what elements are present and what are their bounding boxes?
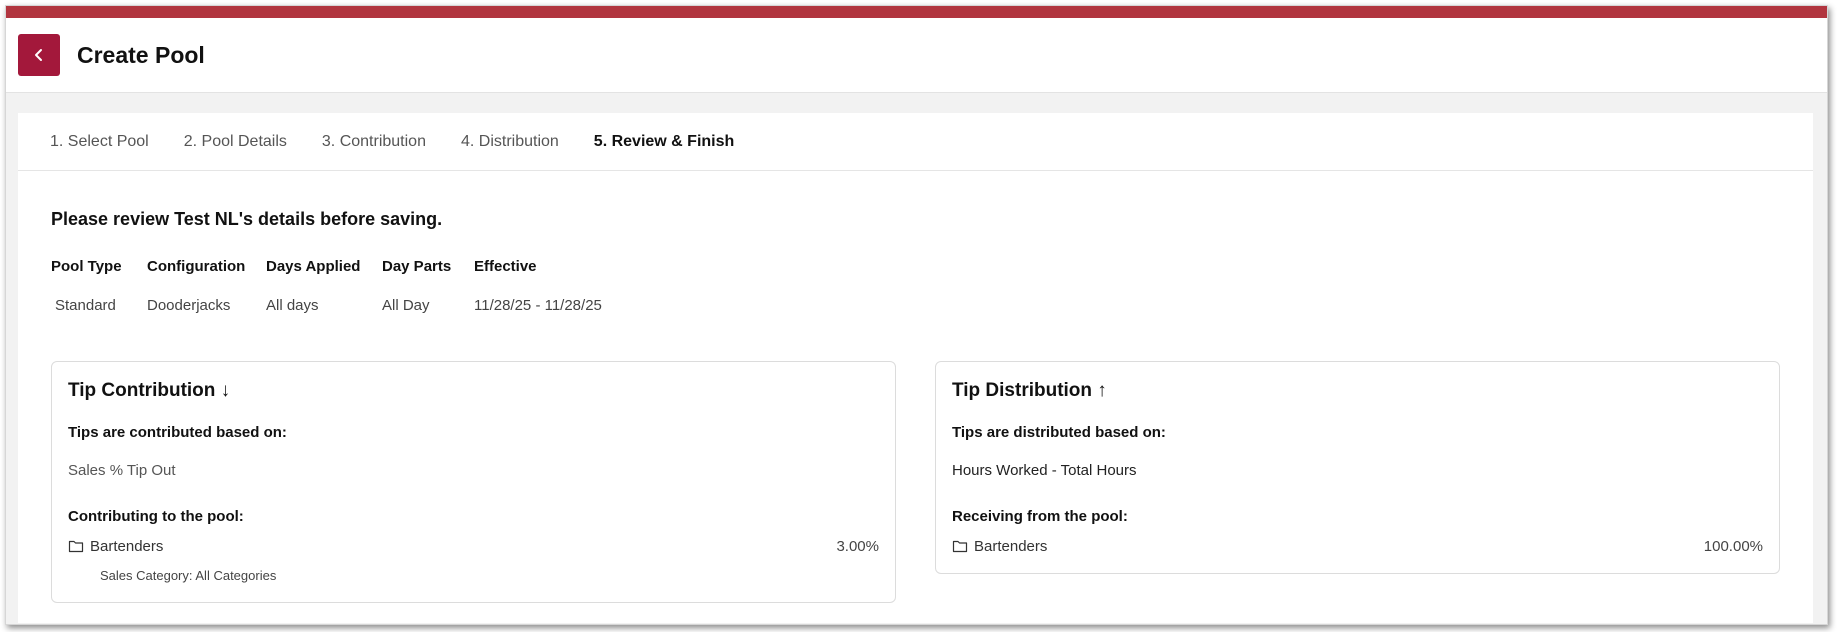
card-title: Tip Contribution ↓	[68, 380, 231, 401]
brand-bar	[6, 6, 1827, 18]
group-percent: 3.00%	[836, 537, 879, 555]
sales-category: Sales Category: All Categories	[100, 568, 277, 583]
group-name: Bartenders	[90, 537, 164, 555]
review-title: Please review Test NL's details before s…	[51, 209, 443, 229]
tab-select-pool[interactable]: 1. Select Pool	[50, 133, 149, 151]
folder-icon	[68, 539, 84, 553]
tab-pool-details[interactable]: 2. Pool Details	[184, 133, 287, 151]
tip-distribution-card: Tip Distribution ↑ Tips are distributed …	[935, 361, 1780, 574]
card-title: Tip Distribution ↑	[952, 380, 1107, 401]
info-value: Standard	[55, 297, 116, 314]
page-header: Create Pool	[6, 18, 1827, 93]
info-heading: Days Applied	[266, 258, 361, 275]
contribution-basis: Sales % Tip Out	[68, 462, 176, 479]
group-percent: 100.00%	[1703, 537, 1763, 555]
info-value: All days	[266, 297, 319, 314]
info-configuration: Configuration Dooderjacks	[147, 258, 245, 314]
info-effective: Effective 11/28/25 - 11/28/25	[474, 258, 602, 314]
info-value: Dooderjacks	[147, 297, 231, 314]
pool-label: Contributing to the pool:	[68, 508, 244, 525]
tab-contribution[interactable]: 3. Contribution	[322, 133, 426, 151]
info-value: 11/28/25 - 11/28/25	[474, 297, 602, 314]
pool-label: Receiving from the pool:	[952, 508, 1128, 525]
wizard-steps: 1. Select Pool 2. Pool Details 3. Contri…	[18, 113, 1813, 171]
card-subtitle: Tips are contributed based on:	[68, 424, 287, 441]
contributor-row: Bartenders 3.00%	[68, 536, 879, 556]
info-heading: Pool Type	[51, 258, 122, 275]
wizard-panel: 1. Select Pool 2. Pool Details 3. Contri…	[18, 113, 1813, 623]
tip-contribution-card: Tip Contribution ↓ Tips are contributed …	[51, 361, 896, 603]
group-name: Bartenders	[974, 537, 1048, 555]
distribution-basis: Hours Worked - Total Hours	[952, 462, 1137, 479]
info-days-applied: Days Applied All days	[266, 258, 360, 314]
info-pool-type: Pool Type Standard	[51, 258, 122, 314]
app-window: Create Pool 1. Select Pool 2. Pool Detai…	[5, 5, 1828, 625]
info-value: All Day	[382, 297, 430, 314]
card-subtitle: Tips are distributed based on:	[952, 424, 1166, 441]
info-heading: Configuration	[147, 258, 246, 275]
folder-icon	[952, 539, 968, 553]
chevron-left-icon	[35, 49, 42, 61]
tab-distribution[interactable]: 4. Distribution	[461, 133, 559, 151]
page-title: Create Pool	[77, 41, 205, 68]
info-heading: Day Parts	[382, 258, 452, 275]
back-button[interactable]	[18, 34, 60, 76]
tab-review-finish[interactable]: 5. Review & Finish	[594, 133, 734, 151]
info-heading: Effective	[474, 258, 537, 275]
receiver-row: Bartenders 100.00%	[952, 536, 1763, 556]
info-day-parts: Day Parts All Day	[382, 258, 451, 314]
